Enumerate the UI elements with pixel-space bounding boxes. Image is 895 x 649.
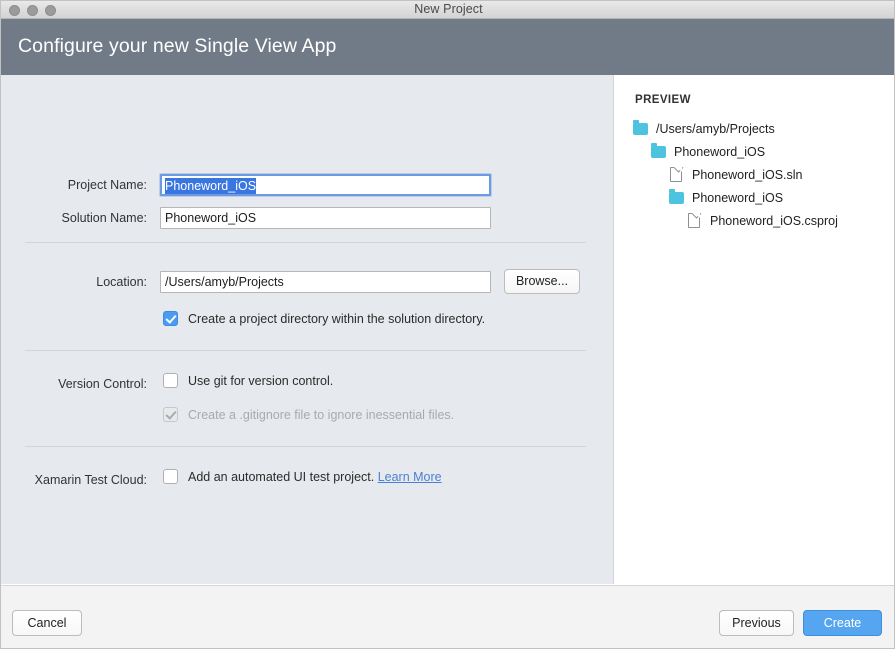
new-project-dialog: New Project Configure your new Single Vi… [0, 0, 895, 649]
preview-tree-node: Phoneword_iOS [615, 186, 894, 209]
solution-name-input[interactable]: Phoneword_iOS [160, 207, 491, 229]
solution-name-value: Phoneword_iOS [165, 211, 257, 225]
separator-3 [25, 446, 586, 447]
project-name-value: Phoneword_iOS [165, 178, 257, 194]
create-button[interactable]: Create [803, 610, 882, 636]
previous-button[interactable]: Previous [719, 610, 794, 636]
page-title: Configure your new Single View App [18, 35, 337, 57]
preview-tree-node-label: Phoneword_iOS [674, 144, 766, 159]
file-icon [669, 166, 685, 182]
folder-icon [669, 188, 685, 205]
window-title: New Project [414, 2, 483, 16]
folder-icon [651, 142, 667, 159]
preview-tree-node-label: Phoneword_iOS.csproj [710, 213, 838, 228]
solution-name-row: Solution Name: Phoneword_iOS [1, 207, 614, 229]
ui-test-project-label: Add an automated UI test project. Learn … [188, 469, 442, 485]
preview-tree-node: Phoneword_iOS [615, 140, 894, 163]
cancel-button[interactable]: Cancel [12, 610, 82, 636]
browse-button[interactable]: Browse... [504, 269, 580, 294]
solution-name-label: Solution Name: [61, 211, 147, 225]
preview-tree: /Users/amyb/Projects Phoneword_iOS Phonewo… [615, 117, 894, 232]
create-project-directory-label: Create a project directory within the so… [188, 312, 486, 326]
learn-more-link[interactable]: Learn More [378, 470, 442, 484]
dialog-footer: Cancel Previous Create [1, 585, 894, 648]
project-name-row: Project Name: Phoneword_iOS [1, 174, 614, 196]
project-name-label: Project Name: [67, 178, 147, 192]
ui-test-project-checkbox[interactable] [163, 469, 178, 484]
separator-1 [25, 242, 586, 243]
preview-tree-node-label: Phoneword_iOS.sln [692, 167, 803, 182]
preview-title: PREVIEW [635, 94, 691, 106]
preview-tree-node: /Users/amyb/Projects [615, 117, 894, 140]
file-icon [687, 212, 703, 228]
gitignore-label: Create a .gitignore file to ignore iness… [188, 408, 455, 422]
gitignore-checkbox [163, 407, 178, 422]
separator-2 [25, 350, 586, 351]
preview-tree-node: Phoneword_iOS.sln [615, 163, 894, 186]
use-git-checkbox[interactable] [163, 373, 178, 388]
location-label: Location: [96, 275, 147, 289]
location-row: Location: /Users/amyb/Projects Browse... [1, 269, 614, 294]
dialog-header: Configure your new Single View App [1, 19, 894, 75]
project-name-input[interactable]: Phoneword_iOS [160, 174, 491, 196]
title-bar: New Project [1, 1, 894, 19]
use-git-label: Use git for version control. [188, 374, 334, 388]
folder-icon [633, 119, 649, 136]
ui-test-project-text: Add an automated UI test project. [188, 470, 375, 484]
preview-tree-node-label: Phoneword_iOS [692, 190, 784, 205]
preview-tree-node: Phoneword_iOS.csproj [615, 209, 894, 232]
location-value: /Users/amyb/Projects [165, 275, 284, 289]
dialog-body: Project Name: Phoneword_iOS Solution Nam… [1, 75, 894, 584]
xamarin-test-cloud-label: Xamarin Test Cloud: [34, 473, 147, 487]
create-project-directory-checkbox[interactable] [163, 311, 178, 326]
preview-tree-node-label: /Users/amyb/Projects [656, 121, 775, 136]
location-input[interactable]: /Users/amyb/Projects [160, 271, 491, 293]
version-control-label: Version Control: [58, 377, 147, 391]
configuration-form: Project Name: Phoneword_iOS Solution Nam… [1, 75, 614, 584]
preview-pane: PREVIEW /Users/amyb/Projects Phoneword_iO… [615, 75, 894, 584]
